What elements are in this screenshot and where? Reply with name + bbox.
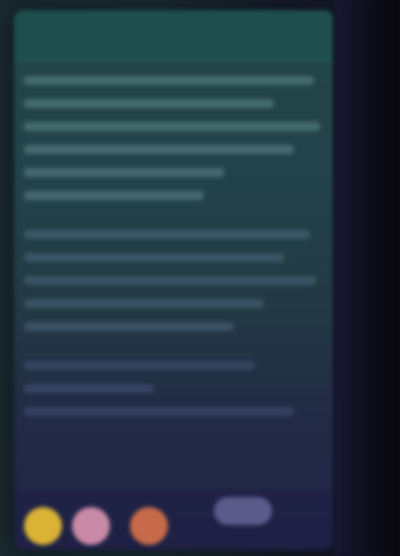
text-line — [24, 230, 310, 239]
text-line — [24, 361, 254, 370]
avatar-orange[interactable] — [130, 507, 168, 545]
text-line — [24, 191, 204, 200]
text-line — [24, 145, 294, 154]
text-line — [24, 384, 154, 393]
text-block — [24, 76, 324, 430]
content-panel — [14, 10, 334, 550]
text-line — [24, 299, 264, 308]
text-line — [24, 168, 224, 177]
avatar-yellow[interactable] — [24, 507, 62, 545]
text-line — [24, 76, 314, 85]
footer-bar — [14, 490, 334, 550]
text-line — [24, 253, 284, 262]
panel-header — [14, 10, 334, 62]
text-line — [24, 99, 274, 108]
text-line — [24, 122, 320, 131]
side-shadow — [334, 0, 400, 556]
action-button[interactable] — [214, 497, 272, 525]
text-line — [24, 407, 294, 416]
blurred-screen — [0, 0, 400, 556]
avatar-pink[interactable] — [72, 507, 110, 545]
text-line — [24, 322, 234, 331]
text-line — [24, 276, 316, 285]
